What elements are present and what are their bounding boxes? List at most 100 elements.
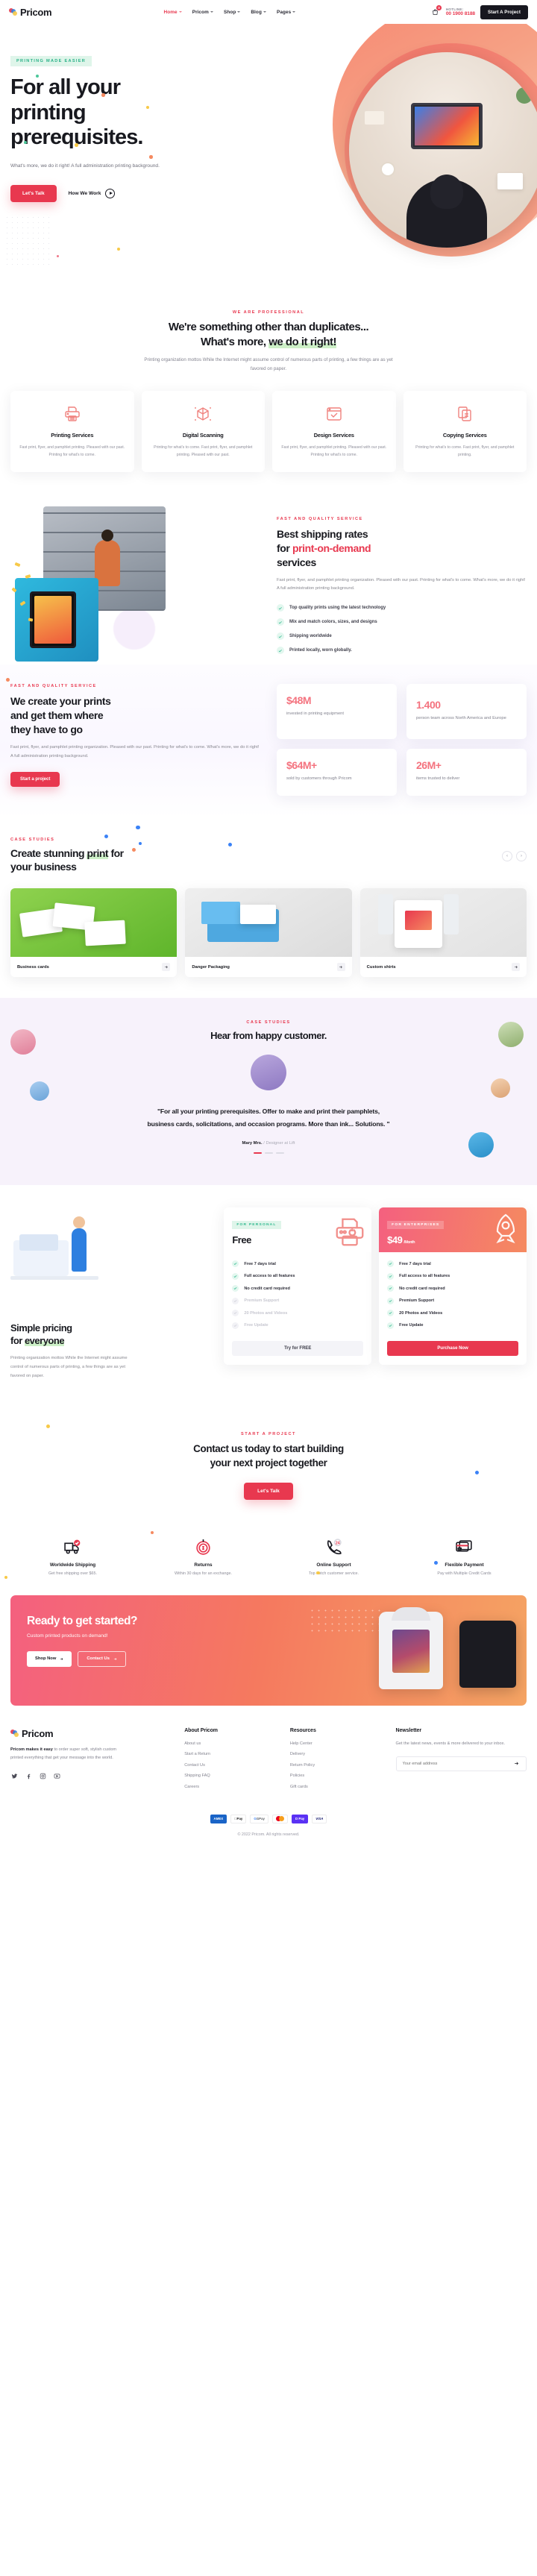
carousel-prev-button[interactable]: ‹ [502, 850, 512, 861]
payment-label: Pay [235, 1817, 243, 1821]
benefit-desc: Within 30 days for an exchange. [174, 1571, 232, 1576]
footer-link[interactable]: Policies [290, 1774, 387, 1778]
check-label: Top quality prints using the latest tech… [289, 606, 386, 611]
brand-logo[interactable]: Pricom [9, 7, 52, 18]
prints-title: We create your prints and get them where… [10, 694, 260, 737]
prints-paragraph: Fast print, flyer, and pamphlet printing… [10, 744, 260, 758]
shop-now-button[interactable]: Shop Now [27, 1650, 72, 1667]
lets-talk-button[interactable]: Let's Talk [10, 184, 57, 202]
how-we-work-link[interactable]: How We Work [69, 188, 116, 198]
contact-us-button[interactable]: Contact Us [78, 1650, 126, 1667]
service-title: Printing Services [51, 431, 94, 439]
contact-title-line2: your next project together [210, 1457, 327, 1468]
professional-title: We're something other than duplicates...… [10, 320, 527, 349]
footer-link[interactable]: About us [184, 1741, 281, 1746]
case-study-card-business-cards[interactable]: Business cards [10, 888, 178, 978]
footer-logo[interactable]: Pricom [10, 1728, 175, 1739]
instagram-icon[interactable] [39, 1773, 46, 1780]
facebook-icon[interactable] [25, 1773, 32, 1780]
nav-label: Home [163, 9, 178, 15]
testimonial-section: CASE STUDIES Hear from happy customer. "… [0, 998, 537, 1186]
shipping-section: FAST AND QUALITY SERVICE Best shipping r… [0, 472, 537, 665]
nav-item-pricom[interactable]: Pricom [192, 10, 213, 15]
footer-link[interactable]: Delivery [290, 1752, 387, 1756]
youtube-icon[interactable] [53, 1773, 60, 1780]
site-header: Pricom Home Pricom Shop Blog Pages 0 HOT… [0, 0, 537, 24]
nav-item-shop[interactable]: Shop [223, 9, 241, 15]
arrow-right-icon[interactable] [336, 963, 345, 972]
decor-dot-grid [309, 1606, 380, 1633]
nav-label: Shop [223, 9, 236, 15]
professional-section: WE ARE PROFESSIONAL We're something othe… [0, 292, 537, 473]
benefit-title: Online Support [316, 1562, 351, 1568]
cs-title-b: for [108, 846, 124, 859]
logo-mark-icon [10, 1729, 19, 1738]
footer-link[interactable]: Contact Us [184, 1763, 281, 1768]
chevron-down-icon [210, 11, 213, 13]
feature-item: Free 7 days trial [232, 1260, 363, 1268]
footer-brand-block: Pricom Pricom makes it easy to order sup… [10, 1728, 175, 1789]
benefit-flexible-payment: Flexible Payment Pay with Multiple Credi… [402, 1536, 527, 1576]
footer-link[interactable]: Help Center [290, 1741, 387, 1746]
cart-button[interactable]: 0 [430, 5, 442, 17]
check-label: Mix and match colors, sizes, and designs [289, 620, 377, 625]
contact-lets-talk-button[interactable]: Let's Talk [244, 1482, 293, 1500]
hero-title: For all your printing prerequisites. [10, 75, 182, 151]
service-card-design[interactable]: Design Services Fast print, flyer, and p… [272, 390, 396, 473]
footer-link[interactable]: Careers [184, 1785, 281, 1789]
feature-item: Premium Support [387, 1297, 518, 1304]
service-desc: Fast print, flyer, and pamphlet printing… [281, 444, 387, 457]
cs-title-line2: your business [10, 860, 77, 873]
shipping-title-accent: print-on-demand [292, 541, 371, 554]
nav-item-blog[interactable]: Blog [251, 10, 266, 15]
case-study-card-danger-packaging[interactable]: Danger Packaging [185, 888, 352, 978]
black-shirt-product-image [459, 1620, 516, 1688]
payment-label: GPay [255, 1817, 265, 1821]
purchase-now-button[interactable]: Purchase Now [387, 1340, 518, 1356]
newsletter-email-input[interactable] [402, 1761, 512, 1766]
start-project-button[interactable]: Start A Project [480, 4, 528, 19]
footer-link[interactable]: Gift cards [290, 1785, 387, 1789]
benefit-worldwide-shipping: Worldwide Shipping Get free shipping ove… [10, 1536, 135, 1576]
service-card-copying[interactable]: Copying Services Printing for what's to … [403, 390, 527, 473]
decor-dot [132, 847, 136, 852]
service-title: Design Services [313, 431, 354, 439]
decor-dot [117, 248, 120, 251]
nav-item-pages[interactable]: Pages [277, 10, 296, 15]
footer-link[interactable]: Return Policy [290, 1763, 387, 1768]
pagination-dot[interactable] [275, 1152, 284, 1155]
case-study-card-custom-shirts[interactable]: Custom shirts [359, 888, 527, 978]
pagination-dot[interactable] [264, 1152, 273, 1155]
start-a-project-button[interactable]: Start a project [10, 771, 60, 787]
check-icon [387, 1272, 395, 1280]
hotline-number[interactable]: 00 1900 8188 [446, 11, 475, 16]
pricing-plans: FOR PERSONAL Free Free 7 days trial Full… [224, 1207, 527, 1365]
footer-link[interactable]: Shipping FAQ [184, 1774, 281, 1778]
plan-features: Free 7 days trial Full access to all fea… [224, 1252, 371, 1338]
avatar [251, 1054, 286, 1090]
check-icon [277, 632, 284, 641]
pagination-dot-active[interactable] [253, 1152, 262, 1155]
hero-photo [349, 52, 537, 248]
benefit-desc: Get free shipping over $65. [48, 1571, 98, 1576]
arrow-right-icon[interactable] [162, 963, 171, 972]
nav-item-home[interactable]: Home [164, 10, 182, 15]
footer-column-heading: Resources [289, 1727, 316, 1733]
newsletter-submit-button[interactable] [512, 1760, 520, 1768]
decor-dot [228, 842, 232, 846]
check-icon [277, 604, 284, 612]
service-card-printing[interactable]: Printing Services Fast print, flyer, and… [10, 390, 134, 473]
plan-tag: FOR ENTERPRISES [387, 1221, 445, 1230]
check-label: Shipping worldwide [289, 634, 332, 639]
case-study-image [185, 888, 352, 958]
prints-title-line1: We create your prints [10, 695, 111, 708]
footer-about-text: Pricom makes it easy to order super soft… [10, 1746, 122, 1763]
pricing-title-line2-plain: for [10, 1335, 25, 1347]
service-card-digital-scanning[interactable]: Digital Scanning Printing for what's to … [141, 390, 265, 473]
arrow-right-icon[interactable] [511, 963, 520, 972]
feature-label: Premium Support [399, 1298, 435, 1304]
try-for-free-button[interactable]: Try for FREE [232, 1340, 364, 1356]
footer-link[interactable]: Start a Return [184, 1752, 281, 1756]
carousel-next-button[interactable]: › [516, 850, 527, 861]
twitter-icon[interactable] [10, 1773, 18, 1780]
